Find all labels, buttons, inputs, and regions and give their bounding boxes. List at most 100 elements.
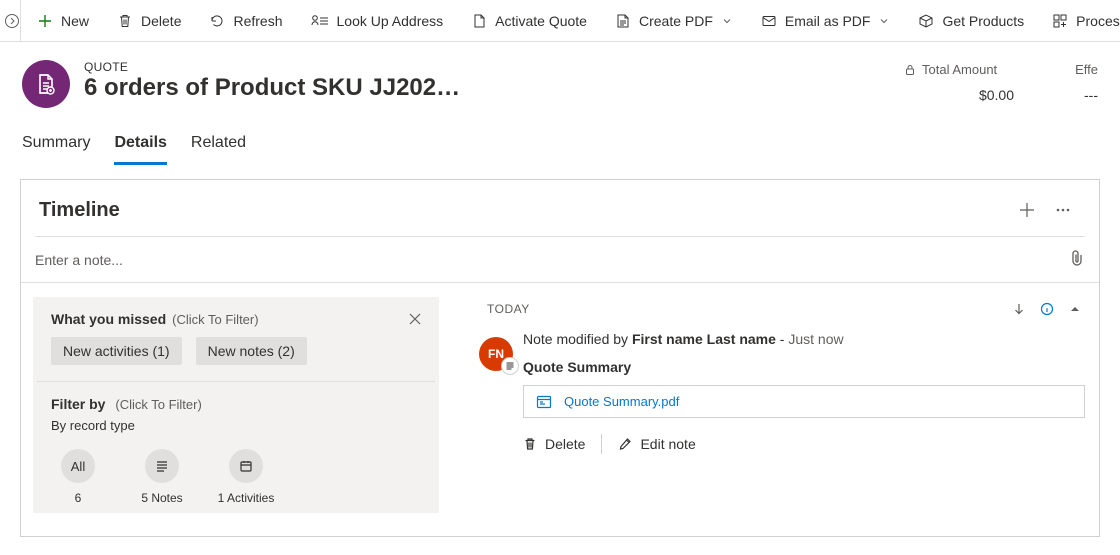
new-button[interactable]: New [25, 0, 101, 42]
pill-activities[interactable] [229, 449, 263, 483]
file-icon [536, 395, 552, 409]
process-button[interactable]: Process [1040, 0, 1120, 42]
timeline-entries: TODAY FN [451, 283, 1099, 537]
refresh-label: Refresh [233, 13, 282, 29]
trash-icon [117, 13, 133, 29]
process-icon [1052, 13, 1068, 29]
activate-quote-button[interactable]: Activate Quote [459, 0, 599, 42]
lookup-address-button[interactable]: Look Up Address [299, 0, 456, 42]
notes-icon [155, 459, 169, 473]
paperclip-icon [1069, 249, 1085, 267]
pill-notes[interactable] [145, 449, 179, 483]
entry-author: First name Last name [632, 331, 776, 347]
info-icon [1040, 302, 1054, 316]
info-button[interactable] [1033, 297, 1061, 321]
process-label: Process [1076, 13, 1120, 29]
pdf-icon [615, 13, 631, 29]
document-icon [471, 13, 487, 29]
lookup-label: Look Up Address [337, 13, 444, 29]
entity-icon [22, 60, 70, 108]
command-bar: New Delete Refresh Look Up Address Activ… [0, 0, 1120, 42]
sort-button[interactable] [1005, 297, 1033, 321]
effective-label: Effe [1075, 62, 1098, 77]
email-pdf-button[interactable]: Email as PDF [749, 0, 903, 42]
back-chevron-button[interactable] [4, 0, 21, 42]
attachment-name[interactable]: Quote Summary.pdf [564, 394, 679, 409]
chip-new-notes[interactable]: New notes (2) [196, 337, 307, 365]
chip-new-activities[interactable]: New activities (1) [51, 337, 182, 365]
entry-sep: - [776, 331, 788, 347]
calendar-icon [239, 459, 253, 473]
getprod-label: Get Products [942, 13, 1024, 29]
close-icon [408, 312, 422, 326]
create-pdf-button[interactable]: Create PDF [603, 0, 745, 42]
arrow-down-icon [1012, 302, 1026, 316]
timeline-add-button[interactable] [1009, 194, 1045, 226]
date-group-label: TODAY [487, 302, 530, 316]
divider [601, 434, 602, 454]
plus-icon [1018, 201, 1036, 219]
pill-all-count: 6 [75, 491, 82, 505]
collapse-button[interactable] [1061, 297, 1089, 321]
trash-icon [523, 437, 537, 451]
avatar-initials: FN [488, 347, 504, 361]
effective-value: --- [1058, 77, 1098, 103]
entry-when: Just now [788, 331, 843, 347]
entry-delete-button[interactable]: Delete [523, 436, 585, 452]
delete-label: Delete [141, 13, 181, 29]
get-products-button[interactable]: Get Products [906, 0, 1036, 42]
more-icon [1054, 201, 1072, 219]
quote-doc-icon [35, 73, 57, 95]
attachment-row[interactable]: Quote Summary.pdf [523, 385, 1085, 418]
missed-close-button[interactable] [403, 307, 427, 331]
avatar: FN [479, 337, 513, 371]
chevron-down-icon [878, 15, 890, 27]
mail-icon [761, 13, 777, 29]
delete-button[interactable]: Delete [105, 0, 193, 42]
new-label: New [61, 13, 89, 29]
total-amount-field: Total Amount $0.00 [904, 60, 1044, 103]
filterby-hint: (Click To Filter) [115, 397, 201, 412]
pencil-icon [618, 437, 632, 451]
timeline-title: Timeline [39, 199, 1009, 222]
plus-icon [37, 13, 53, 29]
timeline-entry: FN Note modified by First name Last name… [487, 331, 1089, 454]
pill-activities-count: 1 Activities [218, 491, 275, 505]
entry-delete-label: Delete [545, 436, 585, 452]
lock-icon [904, 64, 916, 76]
lookup-icon [311, 13, 329, 29]
createpdf-label: Create PDF [639, 13, 713, 29]
missed-title: What you missed [51, 311, 166, 327]
tab-related[interactable]: Related [191, 134, 246, 165]
tab-summary[interactable]: Summary [22, 134, 90, 165]
entry-title: Quote Summary [523, 359, 1089, 375]
emailpdf-label: Email as PDF [785, 13, 871, 29]
form-tabs: Summary Details Related [0, 108, 1120, 165]
total-amount-value: $0.00 [904, 77, 1044, 103]
timeline-card: Timeline Enter a note... What you missed… [20, 179, 1100, 537]
record-title: 6 orders of Product SKU JJ202 (sam... [84, 74, 464, 102]
attach-button[interactable] [1069, 249, 1085, 270]
note-badge-icon [501, 357, 519, 375]
pill-all[interactable]: All [61, 449, 95, 483]
pill-notes-count: 5 Notes [141, 491, 182, 505]
caret-up-icon [1070, 304, 1080, 314]
missed-hint: (Click To Filter) [172, 312, 258, 327]
note-input[interactable]: Enter a note... [21, 237, 1099, 283]
activate-label: Activate Quote [495, 13, 587, 29]
entry-edit-button[interactable]: Edit note [618, 436, 695, 452]
by-record-type: By record type [51, 418, 421, 433]
what-you-missed-pane: What you missed (Click To Filter) New ac… [21, 283, 451, 537]
box-icon [918, 13, 934, 29]
record-header: QUOTE 6 orders of Product SKU JJ202 (sam… [0, 42, 1120, 108]
refresh-icon [209, 13, 225, 29]
chevron-down-icon [721, 15, 733, 27]
entry-edit-label: Edit note [640, 436, 695, 452]
chevron-right-circle-icon [4, 13, 20, 29]
tab-details[interactable]: Details [114, 134, 166, 165]
total-amount-label: Total Amount [922, 62, 997, 77]
timeline-more-button[interactable] [1045, 194, 1081, 226]
refresh-button[interactable]: Refresh [197, 0, 294, 42]
filterby-title: Filter by [51, 396, 105, 412]
note-placeholder: Enter a note... [33, 252, 1069, 268]
